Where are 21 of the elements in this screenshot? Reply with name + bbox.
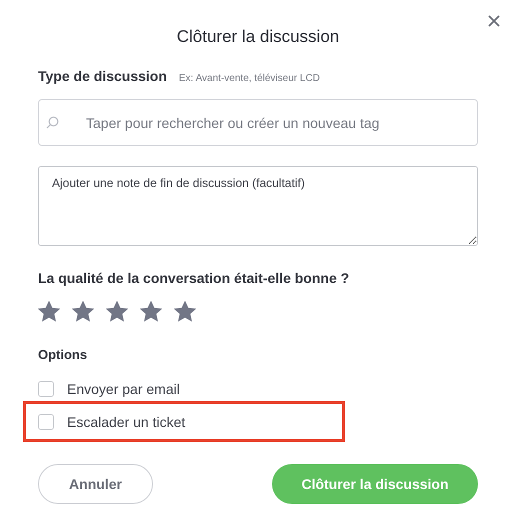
star-icon[interactable]	[174, 301, 196, 322]
checkbox[interactable]	[38, 381, 54, 397]
search-icon	[46, 116, 59, 129]
options-heading: Options	[38, 347, 88, 362]
star-icon[interactable]	[72, 301, 94, 322]
cancel-button[interactable]: Annuler	[38, 464, 153, 504]
field-hint: Ex: Avant-vente, téléviseur LCD	[178, 73, 320, 84]
option-label[interactable]: Escalader un ticket	[67, 414, 186, 430]
star-rating[interactable]	[38, 301, 196, 322]
rating-question: La qualité de la conversation était-elle bonne ?	[38, 270, 350, 286]
close-icon	[488, 15, 500, 27]
star-icon[interactable]	[106, 301, 128, 322]
note-field[interactable]: Ajouter une note de fin de discussion (facultatif)	[38, 166, 478, 246]
field-label: Type de discussion	[38, 68, 167, 84]
checkbox[interactable]	[38, 414, 54, 430]
search-field[interactable]: Taper pour rechercher ou créer un nouveau tag	[38, 99, 478, 146]
star-icon[interactable]	[38, 301, 60, 322]
star-icon[interactable]	[140, 301, 162, 322]
close-button[interactable]	[487, 14, 501, 28]
dialog-title: Clôturer la discussion	[176, 27, 340, 47]
option-label[interactable]: Envoyer par email	[67, 381, 180, 397]
